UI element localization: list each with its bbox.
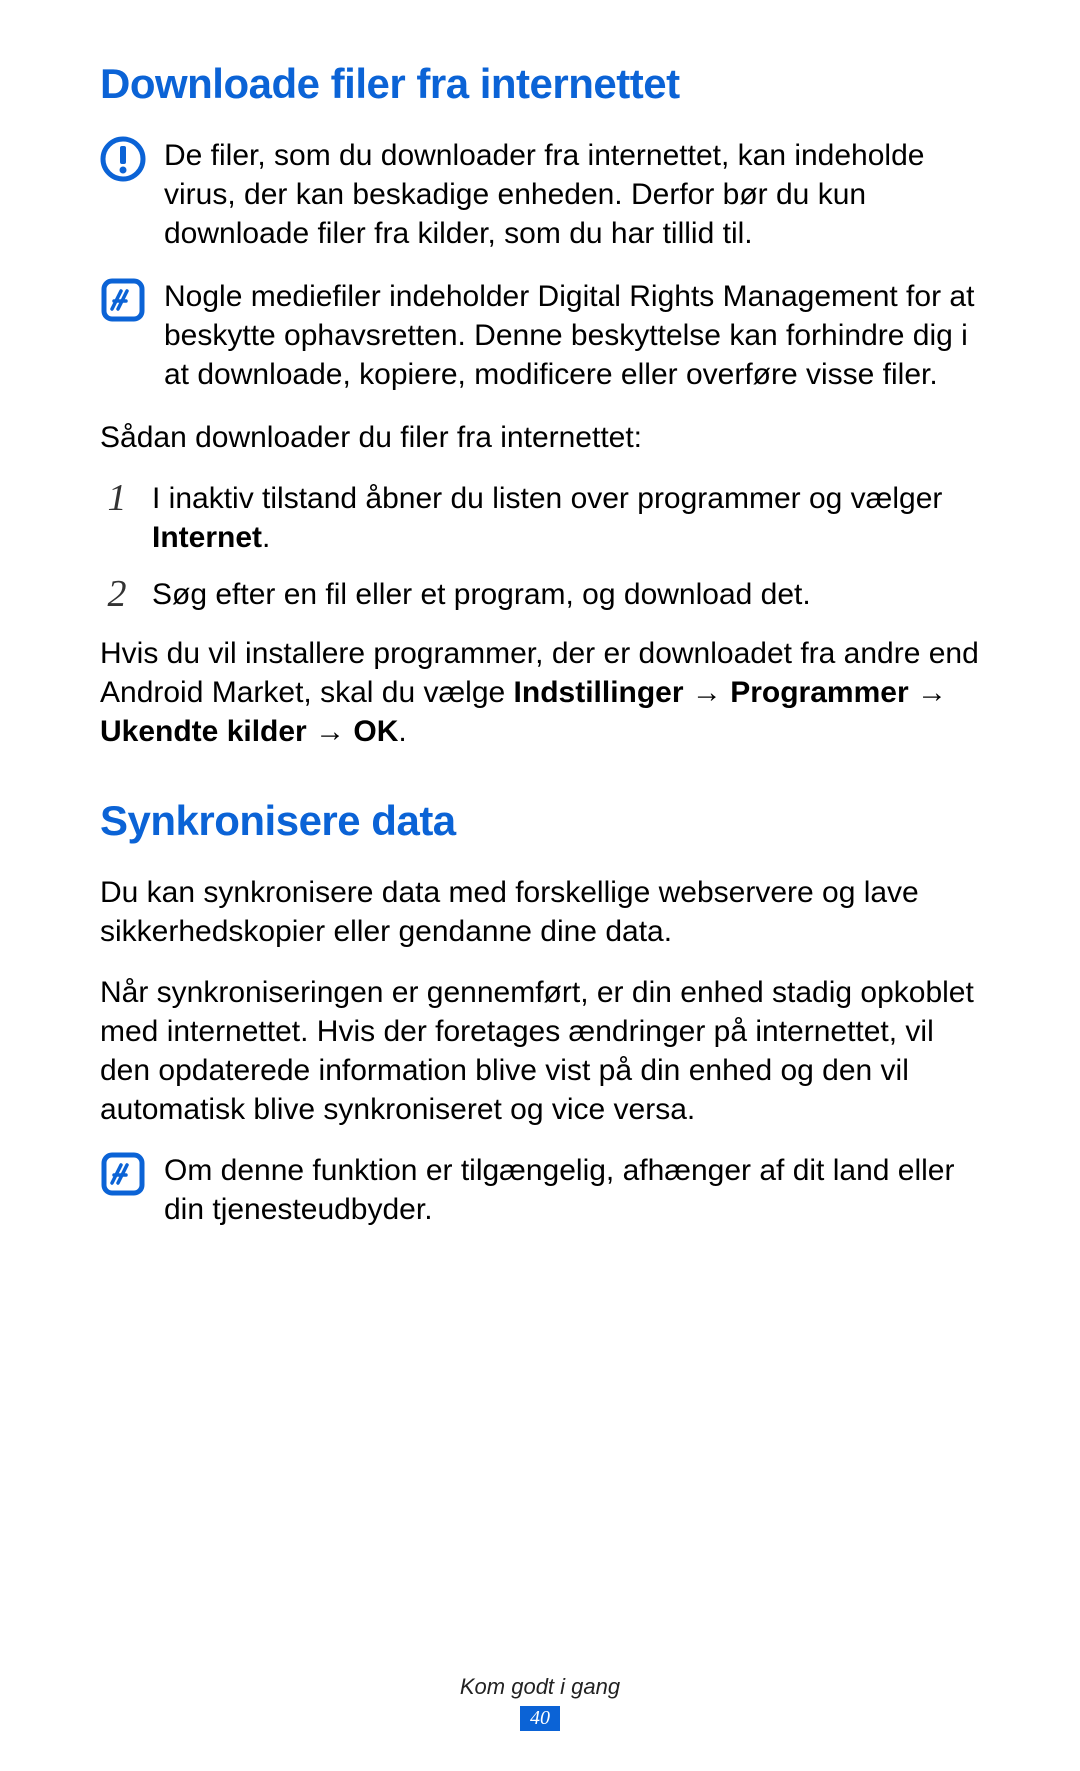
heading-download: Downloade filer fra internettet [100,60,980,108]
install-bold-4: OK [353,715,398,748]
install-end: . [398,715,406,748]
sync-para-1: Du kan synkronisere data med forskellige… [100,873,980,951]
note-icon [100,277,146,323]
arrow-icon: → [684,676,731,709]
step-1-bold: Internet [152,521,262,554]
warning-icon [100,136,146,182]
steps-list: 1 I inaktiv tilstand åbner du listen ove… [100,479,980,614]
step-number: 1 [100,479,134,517]
page-footer: Kom godt i gang 40 [0,1674,1080,1731]
footer-section-label: Kom godt i gang [0,1674,1080,1700]
note-callout-2: Om denne funktion er tilgængelig, afhæng… [100,1151,980,1229]
note-text-1: Nogle mediefiler indeholder Digital Righ… [164,277,980,394]
step-number: 2 [100,575,134,613]
install-bold-1: Indstillinger [514,676,684,709]
document-page: Downloade filer fra internettet De filer… [0,0,1080,1771]
note-text-2: Om denne funktion er tilgængelig, afhæng… [164,1151,980,1229]
heading-sync: Synkronisere data [100,797,980,845]
warning-text: De filer, som du downloader fra internet… [164,136,980,253]
install-bold-2: Programmer [730,676,908,709]
arrow-icon: → [909,676,947,709]
arrow-icon: → [307,715,354,748]
page-number-badge: 40 [520,1706,560,1731]
step-2: 2 Søg efter en fil eller et program, og … [100,575,980,614]
install-bold-3: Ukendte kilder [100,715,307,748]
note-callout-1: Nogle mediefiler indeholder Digital Righ… [100,277,980,394]
step-1-text: I inaktiv tilstand åbner du listen over … [152,479,980,557]
step-1-end: . [262,521,270,554]
note-icon [100,1151,146,1197]
section-sync: Synkronisere data Du kan synkronisere da… [100,797,980,1229]
install-note: Hvis du vil installere programmer, der e… [100,634,980,751]
step-1-main: I inaktiv tilstand åbner du listen over … [152,482,942,515]
sync-para-2: Når synkroniseringen er gennemført, er d… [100,973,980,1129]
step-1: 1 I inaktiv tilstand åbner du listen ove… [100,479,980,557]
step-2-text: Søg efter en fil eller et program, og do… [152,575,811,614]
warning-callout: De filer, som du downloader fra internet… [100,136,980,253]
download-intro: Sådan downloader du filer fra internette… [100,418,980,457]
